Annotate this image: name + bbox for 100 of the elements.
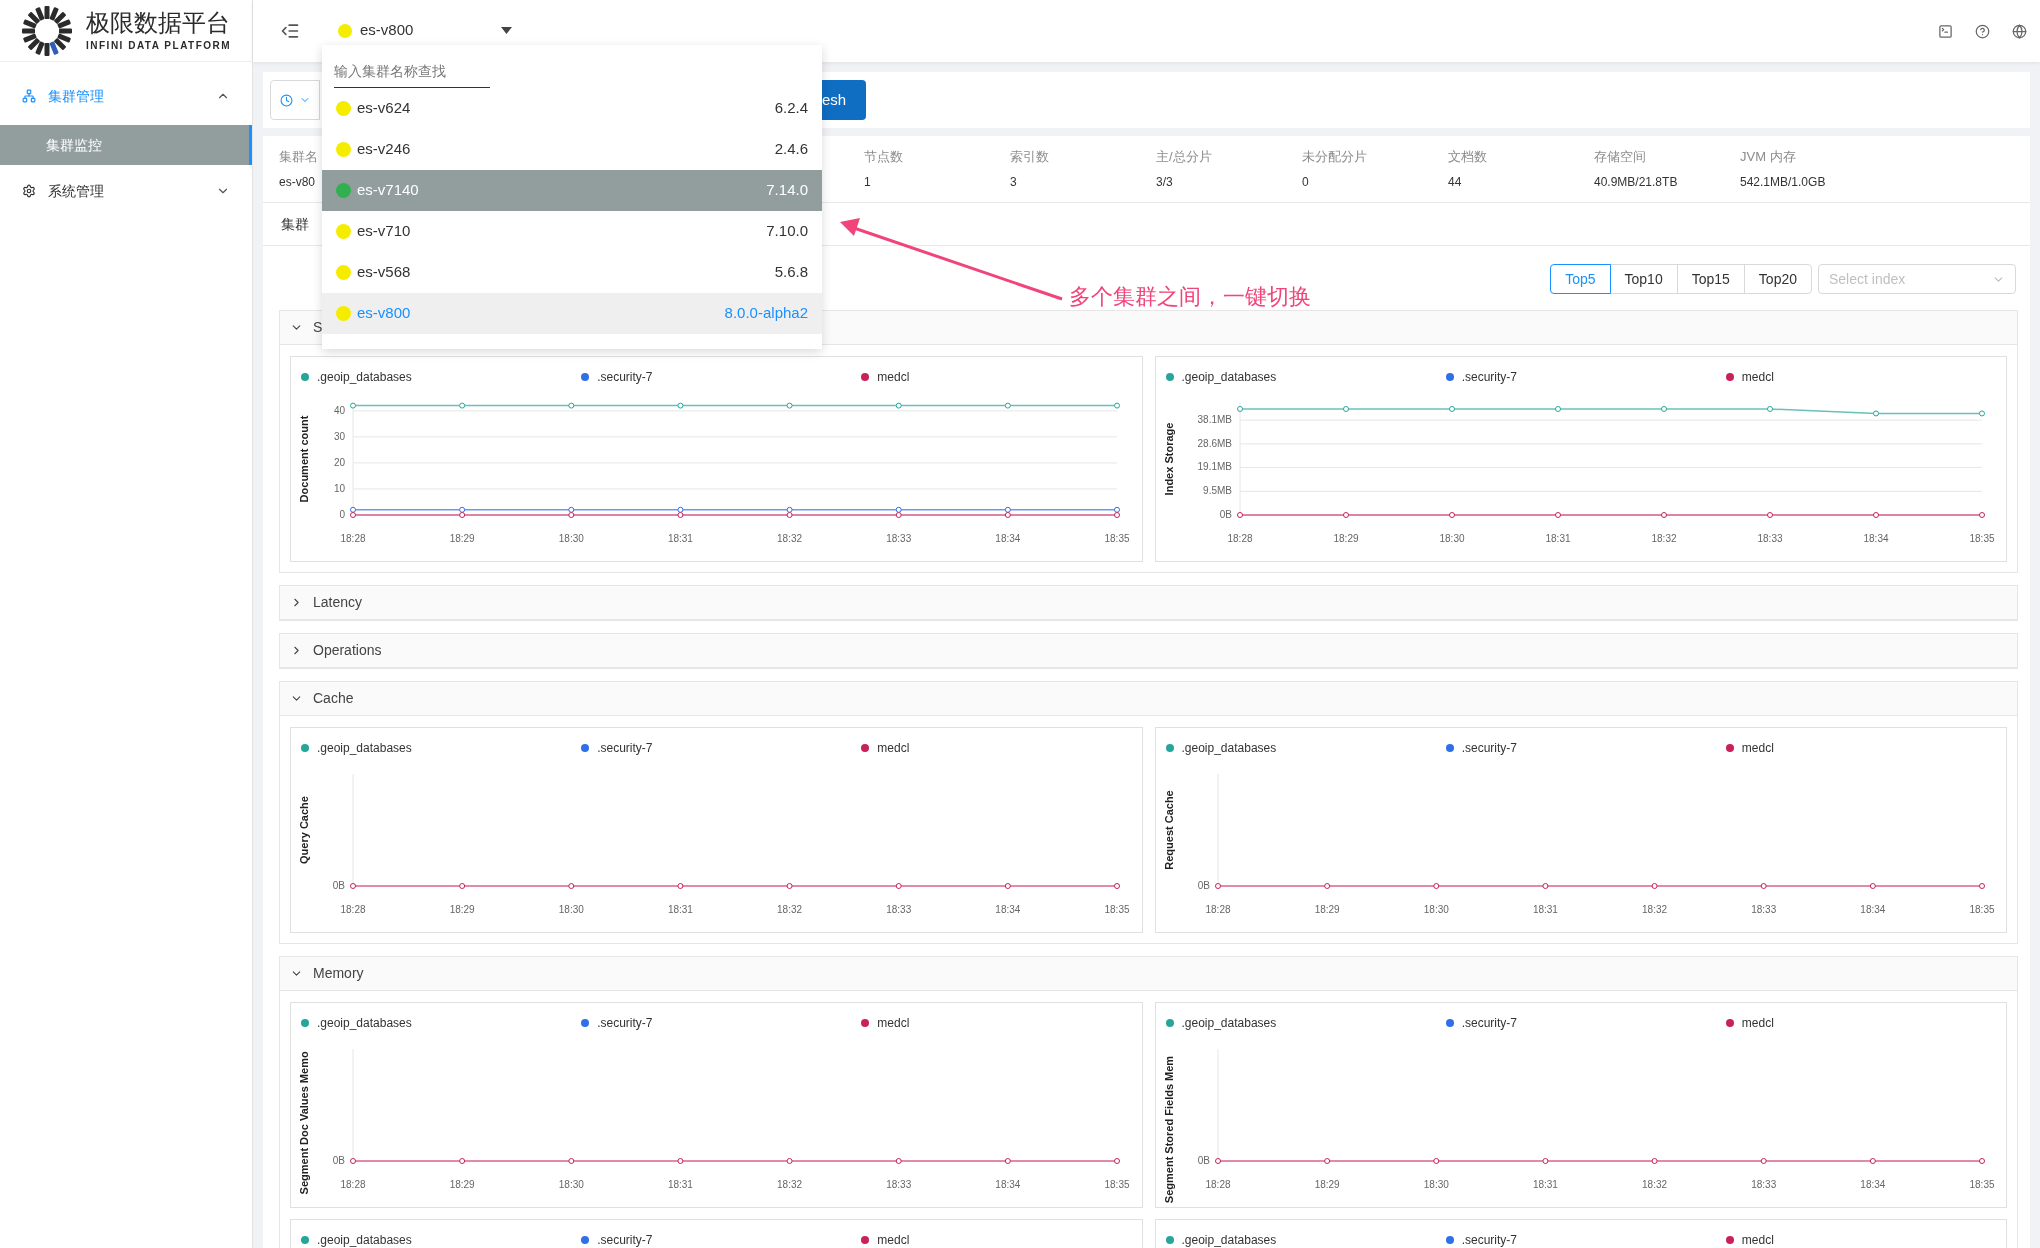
y-tick-label: 10 (333, 482, 345, 494)
y-tick-label: 0B (1219, 509, 1232, 520)
legend-label: .security-7 (597, 740, 653, 757)
x-tick-label: 18:29 (449, 1179, 475, 1190)
legend-label: .security-7 (597, 1015, 653, 1032)
stat-value: 3/3 (1156, 173, 1173, 191)
x-tick-label: 18:28 (340, 533, 366, 544)
x-tick-label: 18:35 (1104, 1179, 1130, 1190)
x-tick-label: 18:35 (1104, 904, 1130, 915)
x-tick-label: 18:30 (1439, 533, 1464, 544)
x-tick-label: 18:31 (1532, 904, 1558, 915)
x-tick-label: 18:34 (1859, 1179, 1885, 1190)
stat-value: 1 (864, 173, 871, 191)
stat-value: es-v80 (279, 173, 316, 191)
stat-label: 节点数 (864, 148, 903, 167)
legend-label: .geoip_databases (1181, 1015, 1277, 1032)
x-tick-label: 18:33 (1750, 904, 1776, 915)
x-tick-label: 18:34 (995, 1179, 1021, 1190)
stat-label: 索引数 (1010, 148, 1049, 167)
brand-subtitle: INFINI DATA PLATFORM (86, 39, 232, 53)
y-tick-label: 9.5MB (1202, 485, 1232, 497)
annotation-text: 多个集群之间，一键切换 (1069, 283, 1311, 311)
x-tick-label: 18:31 (667, 1179, 693, 1190)
x-tick-label: 18:28 (340, 904, 366, 915)
legend-label: .security-7 (597, 1232, 653, 1248)
x-tick-label: 18:29 (1314, 1179, 1340, 1190)
y-axis-title: Index Storage (1162, 422, 1175, 496)
legend-label: .geoip_databases (317, 1015, 412, 1032)
y-tick-label: 0B (1197, 1155, 1210, 1166)
y-tick-label: 20 (333, 456, 345, 468)
legend-label: medcl (877, 1232, 910, 1248)
x-tick-label: 18:35 (1969, 904, 1994, 915)
stat-label: 文档数 (1448, 148, 1487, 167)
x-tick-label: 18:30 (1423, 1179, 1449, 1190)
x-tick-label: 18:30 (558, 904, 584, 915)
legend-label: .geoip_databases (317, 1232, 412, 1248)
legend-label: medcl (1741, 369, 1774, 386)
legend-label: medcl (1741, 740, 1774, 757)
legend-label: .geoip_databases (1181, 740, 1277, 757)
y-axis-title: Segment Stored Fields Mem (1162, 1055, 1175, 1204)
legend-label: medcl (877, 740, 910, 757)
x-tick-label: 18:33 (886, 533, 912, 544)
legend-label: medcl (1741, 1015, 1774, 1032)
x-tick-label: 18:35 (1104, 533, 1130, 544)
y-tick-label: 0B (1197, 880, 1210, 891)
stat-value: 542.1MB/1.0GB (1740, 173, 1826, 191)
legend-label: medcl (877, 369, 910, 386)
x-tick-label: 18:32 (1651, 533, 1676, 544)
y-axis-title: Query Cache (298, 796, 310, 864)
x-tick-label: 18:32 (777, 904, 803, 915)
legend-label: medcl (877, 1015, 910, 1032)
x-tick-label: 18:34 (1863, 533, 1888, 544)
y-tick-label: 28.6MB (1197, 437, 1232, 449)
x-tick-label: 18:31 (1532, 1179, 1558, 1190)
stat-value: 0 (1302, 173, 1309, 191)
x-tick-label: 18:32 (1641, 904, 1667, 915)
x-tick-label: 18:32 (1641, 1179, 1667, 1190)
legend-label: .security-7 (1461, 1015, 1518, 1032)
stat-label: 未分配分片 (1302, 148, 1367, 167)
x-tick-label: 18:32 (777, 1179, 803, 1190)
x-tick-label: 18:34 (995, 533, 1021, 544)
brand-title: 极限数据平台 (86, 8, 231, 38)
x-tick-label: 18:31 (667, 904, 693, 915)
y-axis-title: Document count (298, 415, 310, 503)
legend-label: medcl (1741, 1232, 1774, 1248)
y-tick-label: 0 (339, 509, 345, 520)
stat-label: 主/总分片 (1156, 148, 1212, 167)
x-tick-label: 18:34 (995, 904, 1021, 915)
stat-value: 40.9MB/21.8TB (1594, 173, 1678, 191)
y-tick-label: 0B (332, 1155, 345, 1166)
x-tick-label: 18:28 (1227, 533, 1252, 544)
y-tick-label: 0B (332, 880, 345, 891)
x-tick-label: 18:31 (1545, 533, 1570, 544)
x-tick-label: 18:32 (777, 533, 803, 544)
x-tick-label: 18:30 (558, 533, 584, 544)
x-tick-label: 18:31 (667, 533, 693, 544)
legend-label: .geoip_databases (317, 369, 412, 386)
x-tick-label: 18:33 (1757, 533, 1782, 544)
stat-value: 44 (1448, 173, 1462, 191)
legend-label: .geoip_databases (1181, 1232, 1277, 1248)
x-tick-label: 18:34 (1859, 904, 1885, 915)
stat-label: JVM 内存 (1740, 148, 1796, 167)
x-tick-label: 18:30 (1423, 904, 1449, 915)
x-tick-label: 18:30 (558, 1179, 584, 1190)
stat-label: 存储空间 (1594, 148, 1646, 167)
x-tick-label: 18:29 (1333, 533, 1358, 544)
y-tick-label: 38.1MB (1197, 414, 1232, 426)
y-tick-label: 40 (333, 404, 345, 416)
legend-label: .security-7 (1461, 740, 1518, 757)
x-tick-label: 18:35 (1969, 533, 1994, 544)
legend-label: .geoip_databases (1181, 369, 1277, 386)
x-tick-label: 18:33 (1750, 1179, 1776, 1190)
stat-value: 3 (1010, 173, 1017, 191)
legend-label: .security-7 (1461, 369, 1518, 386)
x-tick-label: 18:29 (449, 533, 475, 544)
x-tick-label: 18:29 (449, 904, 475, 915)
stat-label: 集群名 (279, 148, 318, 167)
legend-label: .security-7 (1461, 1232, 1518, 1248)
y-axis-title: Request Cache (1162, 790, 1175, 870)
x-tick-label: 18:28 (1205, 904, 1230, 915)
